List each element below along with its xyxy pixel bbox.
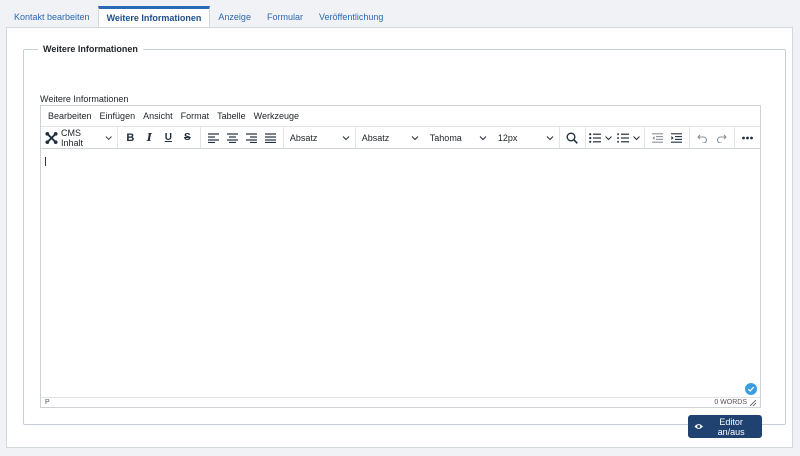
align-center-button[interactable] [223, 129, 242, 147]
underline-button[interactable]: U [159, 129, 178, 147]
fieldset-more-info: Weitere Informationen Weitere Informatio… [23, 44, 786, 438]
align-right-button[interactable] [242, 129, 261, 147]
editor-menubar: Bearbeiten Einfügen Ansicht Format Tabel… [41, 106, 760, 127]
outdent-icon [651, 132, 663, 143]
strikethrough-button[interactable]: S [178, 129, 197, 147]
style-format-value: Absatz [361, 132, 390, 143]
menu-table[interactable]: Tabelle [213, 111, 250, 121]
tab-bar: Kontakt bearbeiten Weitere Informationen… [6, 6, 792, 27]
cms-content-button[interactable]: CMS Inhalt [41, 127, 118, 148]
tab-publishing[interactable]: Veröffentlichung [311, 6, 391, 27]
redo-icon [717, 134, 727, 143]
chevron-down-icon [106, 135, 113, 140]
chevron-down-icon [342, 135, 350, 140]
indent-button[interactable] [667, 129, 686, 147]
search-replace-button[interactable] [563, 129, 582, 147]
editor-toggle-button[interactable]: Editor an/aus [688, 415, 762, 438]
font-family-value: Tahoma [429, 132, 462, 143]
more-button[interactable] [738, 129, 757, 147]
bold-button[interactable]: B [121, 129, 140, 147]
search-icon [566, 132, 579, 144]
editor-toggle-label: Editor an/aus [717, 416, 745, 437]
tab-form[interactable]: Formular [259, 6, 311, 27]
editor-statusbar: P 0 WORDS [41, 397, 760, 407]
numbered-list-button[interactable] [617, 132, 641, 143]
word-count: 0 WORDS [714, 399, 747, 406]
chevron-down-icon [479, 135, 487, 140]
indent-icon [670, 132, 682, 143]
history-group [690, 127, 735, 148]
font-size-value: 12px [497, 132, 518, 143]
search-group [560, 127, 586, 148]
chevron-down-icon [546, 135, 554, 140]
align-center-icon [226, 132, 238, 143]
redo-button[interactable] [712, 129, 731, 147]
joomla-logo-icon [45, 131, 58, 144]
format-group: B I U S [118, 127, 201, 148]
outdent-button[interactable] [648, 129, 667, 147]
menu-format[interactable]: Format [177, 111, 214, 121]
list-group [586, 127, 645, 148]
fieldset-legend: Weitere Informationen [38, 44, 143, 54]
menu-view[interactable]: Ansicht [139, 111, 177, 121]
cms-content-label: CMS Inhalt [61, 127, 84, 148]
tab-contact-edit[interactable]: Kontakt bearbeiten [6, 6, 98, 27]
align-justify-button[interactable] [261, 129, 280, 147]
eye-icon [694, 424, 703, 429]
align-right-icon [245, 132, 257, 143]
block-format-value: Absatz [289, 132, 318, 143]
field-label: Weitere Informationen [40, 94, 129, 104]
indent-group [645, 127, 690, 148]
italic-button[interactable]: I [140, 129, 159, 147]
more-icon [742, 136, 753, 139]
rich-text-editor: Bearbeiten Einfügen Ansicht Format Tabel… [40, 105, 761, 408]
tab-more-info[interactable]: Weitere Informationen [97, 6, 211, 27]
menu-tools[interactable]: Werkzeuge [250, 111, 303, 121]
more-group [735, 127, 760, 148]
align-group [201, 127, 284, 148]
tab-display[interactable]: Anzeige [210, 6, 259, 27]
chevron-down-icon [605, 135, 612, 140]
style-format-select[interactable]: Absatz [356, 127, 424, 148]
numbered-list-icon [617, 132, 629, 143]
undo-button[interactable] [693, 129, 712, 147]
font-size-select[interactable]: 12px [492, 127, 560, 148]
block-format-select[interactable]: Absatz [284, 127, 356, 148]
editor-toolbar: CMS Inhalt B I U S Absatz Absatz Tahoma … [41, 127, 760, 149]
resize-handle-icon[interactable] [750, 399, 756, 406]
chevron-down-icon [633, 135, 640, 140]
align-justify-icon [264, 132, 276, 143]
menu-edit[interactable]: Bearbeiten [44, 111, 96, 121]
bullet-list-icon [589, 132, 601, 143]
text-cursor [45, 157, 46, 166]
align-left-icon [207, 132, 219, 143]
element-path[interactable]: P [45, 399, 50, 406]
bullet-list-button[interactable] [589, 132, 613, 143]
align-left-button[interactable] [204, 129, 223, 147]
check-icon [745, 383, 757, 395]
undo-icon [697, 134, 707, 143]
font-family-select[interactable]: Tahoma [424, 127, 492, 148]
tab-panel: Weitere Informationen Weitere Informatio… [6, 27, 793, 448]
menu-insert[interactable]: Einfügen [96, 111, 140, 121]
editor-content-area[interactable] [41, 149, 760, 397]
chevron-down-icon [411, 135, 419, 140]
